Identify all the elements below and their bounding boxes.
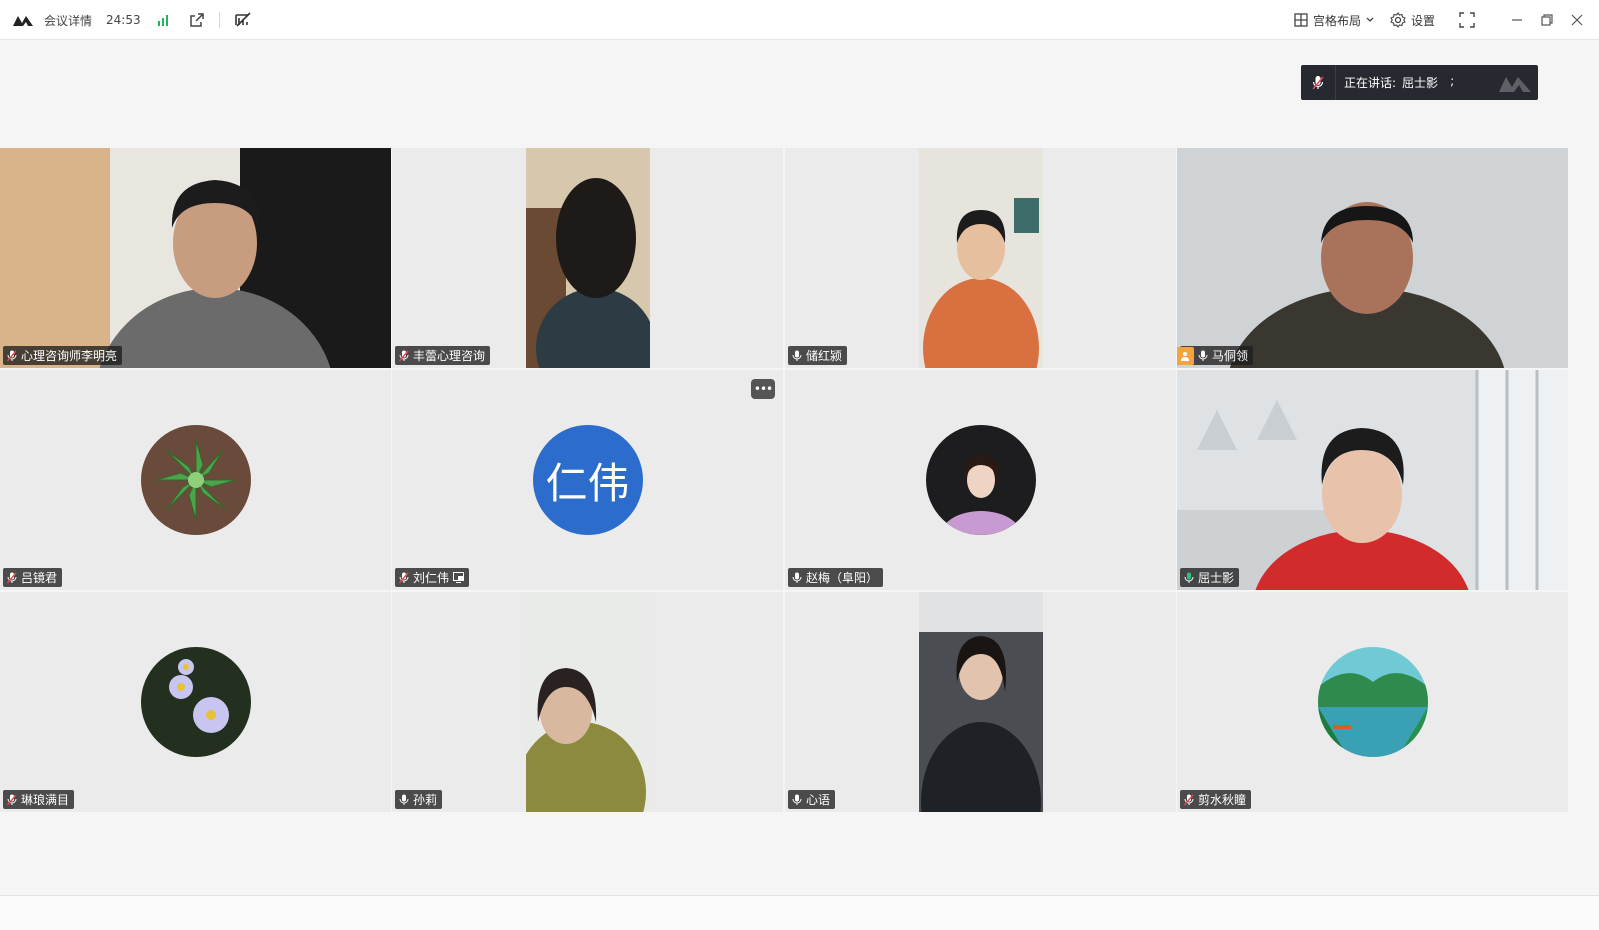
speaking-name: 屈士影	[1402, 76, 1439, 90]
mic-muted-icon	[1312, 75, 1324, 89]
participant-avatar	[140, 425, 251, 535]
participant-tile[interactable]: 琳琅满目	[0, 592, 391, 812]
mic-muted-icon	[7, 572, 17, 583]
mic-muted-icon	[7, 350, 17, 361]
more-options-button[interactable]: •••	[751, 379, 775, 399]
daisies-avatar-image	[140, 647, 251, 757]
share-external-icon[interactable]	[189, 12, 205, 28]
participant-avatar	[1317, 647, 1428, 757]
active-speaker-banner: 正在讲话: 屈士影 ;	[1301, 65, 1538, 100]
participant-name: 屈士影	[1198, 571, 1235, 585]
participant-name: 丰蕾心理咨询	[413, 349, 486, 363]
participant-name: 储红颍	[806, 349, 843, 363]
avatar-initials: 仁伟	[545, 458, 630, 508]
chevron-down-icon	[1366, 17, 1374, 22]
participant-avatar	[925, 425, 1036, 535]
participant-tile[interactable]: 赵梅（阜阳）	[785, 370, 1176, 590]
app-watermark-icon	[1499, 77, 1531, 92]
participant-name: 剪水秋瞳	[1198, 793, 1247, 807]
participant-name: 刘仁伟	[413, 571, 450, 585]
mic-speaking-icon	[1184, 572, 1194, 583]
participant-tile[interactable]: 心理咨询师李明亮	[0, 148, 391, 368]
participant-name-tag: 剪水秋瞳	[1180, 790, 1252, 809]
settings-button[interactable]: 设置	[1390, 12, 1435, 29]
meeting-toolbar: 会议详情 24:53 宫格布局 设置	[0, 0, 1599, 40]
participant-tile[interactable]: 储红颍	[785, 148, 1176, 368]
layout-label: 宫格布局	[1312, 13, 1361, 28]
meeting-details-link[interactable]: 会议详情	[44, 12, 92, 29]
layout-dropdown-button[interactable]: 宫格布局	[1294, 12, 1374, 29]
grid-layout-icon	[1294, 13, 1308, 27]
participant-tile[interactable]: 马侗领	[1177, 148, 1568, 368]
participant-name: 琳琅满目	[21, 793, 70, 807]
participant-tile[interactable]: 吕镜君	[0, 370, 391, 590]
participant-name-tag: 心理咨询师李明亮	[3, 346, 123, 365]
participant-video	[919, 592, 1043, 812]
bottom-control-bar	[0, 895, 1599, 930]
signal-strength-icon[interactable]	[157, 14, 171, 26]
participant-name-tag: 储红颍	[788, 346, 848, 365]
fullscreen-icon[interactable]	[1459, 12, 1475, 28]
close-icon[interactable]	[1571, 14, 1583, 26]
restore-icon[interactable]	[1541, 14, 1553, 26]
gear-icon	[1390, 12, 1406, 28]
participant-name: 赵梅（阜阳）	[806, 571, 879, 585]
participant-tile[interactable]: 剪水秋瞳	[1177, 592, 1568, 812]
participant-name-tag: 琳琅满目	[3, 790, 75, 809]
participant-video	[1177, 148, 1568, 368]
participant-name-tag: 吕镜君	[3, 568, 63, 587]
participant-tile-active-speaker[interactable]: 屈士影	[1177, 370, 1568, 590]
mic-icon	[792, 572, 802, 583]
mic-icon	[792, 350, 802, 361]
participant-video	[526, 592, 650, 812]
mic-muted-icon	[399, 350, 409, 361]
host-badge	[1177, 346, 1194, 365]
participant-name: 吕镜君	[21, 571, 58, 585]
participant-avatar	[140, 647, 251, 757]
participant-tile[interactable]: 丰蕾心理咨询	[392, 148, 783, 368]
succulent-avatar-image	[140, 425, 251, 535]
mic-muted-icon	[1184, 794, 1194, 805]
app-logo-icon	[13, 16, 33, 26]
participant-name: 心语	[806, 793, 831, 807]
mic-icon	[1198, 350, 1208, 361]
participant-name-tag: 丰蕾心理咨询	[395, 346, 491, 365]
host-icon	[1181, 351, 1189, 361]
participant-name-tag: 刘仁伟	[395, 568, 470, 587]
participant-name: 马侗领	[1212, 349, 1249, 363]
speaking-suffix: ;	[1450, 74, 1455, 88]
minimize-icon[interactable]	[1511, 14, 1523, 26]
participant-name: 孙莉	[413, 793, 438, 807]
noise-cancel-off-icon[interactable]	[234, 12, 252, 28]
mic-icon	[792, 794, 802, 805]
screen-share-icon	[453, 572, 465, 583]
participant-video	[919, 148, 1043, 368]
mic-muted-icon	[7, 794, 17, 805]
participant-name: 心理咨询师李明亮	[21, 349, 118, 363]
video-grid: 心理咨询师李明亮 丰蕾心理咨询 储红颍 马侗领 吕镜君 仁伟 ••• 刘仁伟 赵…	[0, 148, 1568, 812]
participant-name-tag: 孙莉	[395, 790, 443, 809]
participant-name-tag: 心语	[788, 790, 836, 809]
ellipsis-icon: •••	[753, 382, 773, 396]
meeting-timer: 24:53	[106, 13, 141, 27]
settings-label: 设置	[1410, 13, 1435, 28]
participant-name-tag: 赵梅（阜阳）	[788, 568, 884, 587]
participant-video	[1177, 370, 1568, 590]
participant-tile[interactable]: 心语	[785, 592, 1176, 812]
toolbar-divider	[218, 12, 220, 28]
participant-video	[0, 148, 391, 368]
participant-tile[interactable]: 孙莉	[392, 592, 783, 812]
participant-tile[interactable]: 仁伟 ••• 刘仁伟	[392, 370, 783, 590]
mic-icon	[399, 794, 409, 805]
mic-muted-icon	[399, 572, 409, 583]
participant-name-tag: 屈士影	[1180, 568, 1240, 587]
participant-avatar: 仁伟	[532, 425, 643, 535]
portrait-avatar-image	[925, 425, 1036, 535]
participant-name-tag: 马侗领	[1177, 346, 1254, 365]
speaking-label: 正在讲话:	[1344, 76, 1397, 90]
landscape-avatar-image	[1317, 647, 1428, 757]
participant-video	[526, 148, 650, 368]
